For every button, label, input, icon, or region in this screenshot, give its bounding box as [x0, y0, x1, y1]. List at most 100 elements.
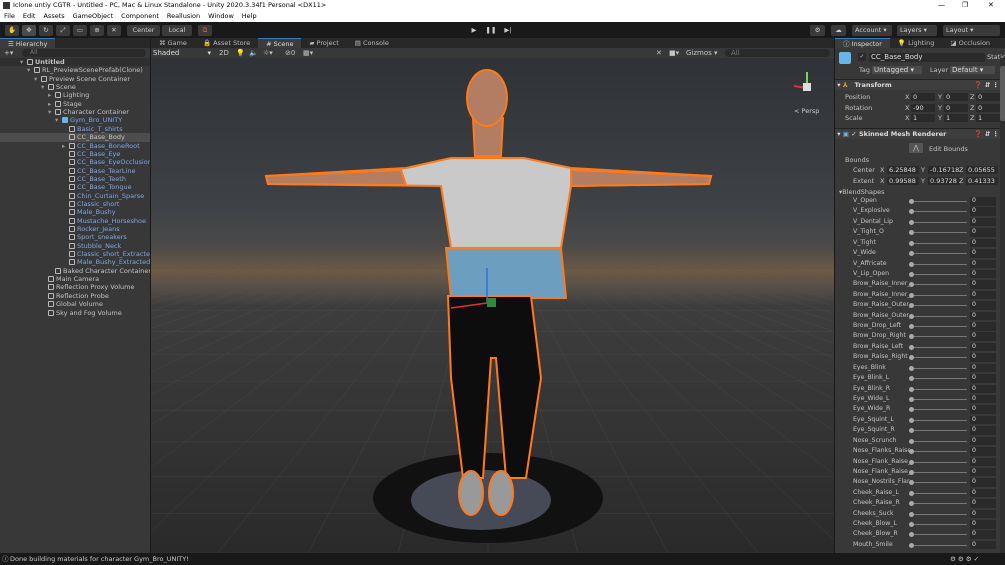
hierarchy-item[interactable]: ▸ Lighting	[0, 91, 150, 99]
blendshape-value-input[interactable]: 0	[970, 311, 996, 321]
scene-viewport[interactable]: < Persp	[151, 58, 834, 553]
hierarchy-item[interactable]: CC_Base_Eye	[0, 150, 150, 158]
blendshape-slider-handle[interactable]	[909, 219, 914, 225]
blendshape-slider-track[interactable]	[911, 503, 967, 505]
blendshape-slider-handle[interactable]	[909, 365, 914, 371]
tag-dropdown[interactable]: Untagged ▾	[872, 66, 922, 74]
expand-arrow-icon[interactable]: ▸	[48, 91, 55, 99]
menu-item-edit[interactable]: Edit	[23, 11, 36, 22]
blendshape-slider-handle[interactable]	[909, 261, 914, 267]
blendshape-slider-handle[interactable]	[909, 344, 914, 350]
blendshape-slider-handle[interactable]	[909, 522, 914, 528]
blendshape-slider-handle[interactable]	[909, 303, 914, 309]
hierarchy-item[interactable]: CC_Base_Tongue	[0, 183, 150, 191]
menu-item-file[interactable]: File	[4, 11, 15, 22]
step-icon[interactable]: ▶|	[502, 25, 514, 36]
blendshape-slider-handle[interactable]	[909, 355, 914, 361]
pivot-center-button[interactable]: Center	[127, 25, 160, 36]
blendshape-value-input[interactable]: 0	[970, 436, 996, 446]
blendshape-value-input[interactable]: 0	[970, 520, 996, 529]
blendshape-slider-handle[interactable]	[909, 324, 914, 330]
blendshape-slider-track[interactable]	[911, 367, 967, 369]
active-checkbox[interactable]: ✓	[858, 53, 866, 61]
blendshape-slider-track[interactable]	[911, 524, 967, 526]
account-dropdown[interactable]: Account ▾	[852, 25, 892, 36]
hierarchy-item[interactable]: CC_Base_Teeth	[0, 175, 150, 183]
status-message[interactable]: Done building materials for character Gy…	[10, 555, 189, 563]
blendshape-slider-handle[interactable]	[909, 396, 914, 402]
blendshape-slider-handle[interactable]	[909, 501, 914, 507]
blendshape-slider-track[interactable]	[911, 201, 967, 202]
blendshape-slider-handle[interactable]	[909, 449, 914, 455]
rotation-y-input[interactable]: 0	[944, 103, 968, 112]
blendshape-value-input[interactable]: 0	[970, 217, 996, 227]
blendshape-value-input[interactable]: 0	[970, 353, 996, 362]
blendshape-value-input[interactable]: 0	[970, 394, 996, 404]
blendshape-slider-handle[interactable]	[909, 313, 914, 319]
blendshape-slider-handle[interactable]	[909, 240, 914, 246]
blendshape-slider-track[interactable]	[911, 315, 967, 317]
blendshape-value-input[interactable]: 0	[970, 374, 996, 383]
blendshape-value-input[interactable]: 0	[970, 238, 996, 248]
blendshape-value-input[interactable]: 0	[970, 269, 996, 279]
hierarchy-item[interactable]: Chin_Curtain_Sparse	[0, 192, 150, 200]
expand-arrow-icon[interactable]: ▾	[41, 83, 48, 91]
blendshape-slider-handle[interactable]	[909, 199, 914, 204]
blendshape-value-input[interactable]: 0	[970, 342, 996, 352]
tab-game[interactable]: ⌘ Game	[151, 38, 195, 48]
blendshape-slider-track[interactable]	[911, 294, 967, 296]
scale-z-input[interactable]: 1	[976, 114, 1000, 122]
cloud-icon[interactable]: ☁	[831, 25, 846, 36]
lighting-toggle-icon[interactable]: 💡	[236, 48, 245, 58]
blendshape-slider-track[interactable]	[911, 461, 967, 463]
position-y-input[interactable]: 0	[944, 93, 968, 101]
blendshape-value-input[interactable]: 0	[970, 405, 996, 414]
tab-occlusion[interactable]: ◪ Occlusion	[942, 38, 998, 48]
expand-arrow-icon[interactable]: ▾	[20, 58, 27, 66]
expand-arrow-icon[interactable]: ▸	[62, 142, 69, 150]
blendshape-slider-track[interactable]	[911, 430, 967, 432]
position-z-input[interactable]: 0	[976, 93, 1000, 101]
blendshape-value-input[interactable]: 0	[970, 478, 996, 487]
blendshape-slider-handle[interactable]	[909, 209, 914, 215]
bounds-center-x-input[interactable]: 6.25848	[887, 166, 919, 174]
snap-icon[interactable]: ⧉	[198, 25, 212, 36]
blendshape-slider-track[interactable]	[911, 326, 967, 328]
hierarchy-item[interactable]: Male_Bushy	[0, 208, 150, 216]
effects-toggle-icon[interactable]: ☼▾	[263, 48, 273, 58]
scale-x-input[interactable]: 1	[911, 114, 935, 122]
maximize-icon[interactable]: ❐	[962, 0, 968, 11]
smr-header[interactable]: ▾ ▣ ✓ Skinned Mesh Renderer ❓ ⇵ ⋮	[835, 128, 1005, 139]
blendshape-slider-track[interactable]	[911, 471, 967, 473]
blendshape-slider-track[interactable]	[911, 378, 967, 380]
scene-search-input[interactable]: All	[725, 49, 830, 57]
bounds-extent-z-input[interactable]: 0.41333	[966, 176, 998, 185]
blendshape-value-input[interactable]: 0	[970, 384, 996, 394]
blendshape-value-input[interactable]: 0	[970, 467, 996, 477]
blendshape-slider-handle[interactable]	[909, 282, 914, 288]
blendshape-value-input[interactable]: 0	[970, 280, 996, 289]
blendshape-slider-track[interactable]	[911, 336, 967, 338]
hierarchy-item[interactable]: ▾ Scene	[0, 83, 150, 91]
rotate-tool-icon[interactable]: ↻	[39, 25, 53, 36]
tab-inspector[interactable]: ⓘ Inspector	[835, 38, 890, 48]
hierarchy-item[interactable]: Classic_short	[0, 200, 150, 208]
menu-item-reallusion[interactable]: Reallusion	[167, 11, 200, 22]
hierarchy-item[interactable]: CC_Base_Body	[0, 133, 150, 142]
blendshape-slider-track[interactable]	[911, 263, 967, 265]
move-tool-icon[interactable]: ✥	[22, 25, 36, 36]
transform-tool-icon[interactable]: ⊕	[90, 25, 104, 36]
blendshape-slider-track[interactable]	[911, 451, 967, 453]
blendshape-value-input[interactable]: 0	[970, 363, 996, 373]
expand-arrow-icon[interactable]: ▸	[48, 100, 55, 108]
tools-icon[interactable]: ✕	[656, 48, 662, 58]
blendshape-value-input[interactable]: 0	[970, 322, 996, 331]
bounds-center-y-input[interactable]: -0.16718	[928, 166, 960, 174]
tab-scene[interactable]: # Scene	[258, 38, 302, 48]
hierarchy-item[interactable]: ▾ Untitled	[0, 58, 150, 67]
blendshape-value-input[interactable]: 0	[970, 301, 996, 310]
blendshape-slider-track[interactable]	[911, 534, 967, 536]
move-gizmo-plane[interactable]	[487, 298, 496, 307]
blendshape-slider-track[interactable]	[911, 221, 967, 223]
tab-lighting[interactable]: 💡 Lighting	[890, 38, 942, 48]
